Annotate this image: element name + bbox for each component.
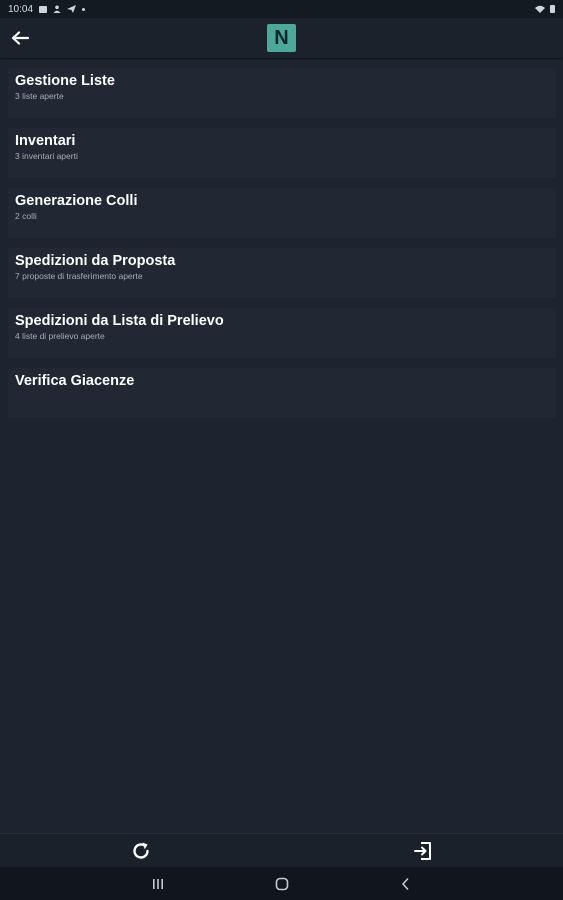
recent-apps-icon	[153, 879, 163, 889]
menu-item-subtitle: 7 proposte di trasferimento aperte	[15, 271, 143, 281]
recent-apps-button[interactable]	[148, 875, 168, 893]
arrow-left-icon	[11, 31, 29, 45]
logout-button[interactable]	[412, 840, 434, 862]
gallery-notification-icon	[39, 5, 48, 13]
app-logo: N	[267, 24, 296, 52]
send-notification-icon	[67, 5, 77, 13]
bottom-toolbar	[0, 833, 563, 868]
menu-item-title: Verifica Giacenze	[15, 373, 135, 389]
person-notification-icon	[53, 5, 61, 13]
menu-item-verifica-giacenze[interactable]: Verifica Giacenze	[8, 368, 556, 418]
home-button[interactable]	[272, 875, 292, 893]
home-icon	[275, 877, 289, 891]
wifi-icon	[535, 5, 545, 13]
status-bar: 10:04	[0, 0, 563, 18]
app-logo-letter: N	[274, 26, 289, 49]
logout-icon	[414, 842, 431, 860]
refresh-icon	[133, 842, 149, 859]
status-time: 10:04	[8, 3, 34, 15]
menu-item-title: Spedizioni da Lista di Prelievo	[15, 313, 224, 329]
menu-item-title: Generazione Colli	[15, 193, 138, 209]
refresh-button[interactable]	[130, 840, 152, 862]
battery-icon	[550, 5, 555, 13]
menu-item-spedizioni-da-proposta[interactable]: Spedizioni da Proposta 7 proposte di tra…	[8, 248, 556, 298]
menu-item-title: Gestione Liste	[15, 73, 115, 89]
system-nav-bar	[0, 867, 563, 900]
menu-item-title: Inventari	[15, 133, 76, 149]
menu-item-subtitle: 2 colli	[15, 211, 37, 221]
menu-list: Gestione Liste 3 liste aperte Inventari …	[8, 68, 556, 428]
menu-item-subtitle: 4 liste di prelievo aperte	[15, 331, 105, 341]
menu-item-generazione-colli[interactable]: Generazione Colli 2 colli	[8, 188, 556, 238]
more-notifications-dot-icon	[82, 7, 86, 11]
menu-item-gestione-liste[interactable]: Gestione Liste 3 liste aperte	[8, 68, 556, 118]
back-button[interactable]	[9, 27, 31, 49]
chevron-left-icon	[402, 878, 409, 890]
menu-item-title: Spedizioni da Proposta	[15, 253, 176, 269]
menu-item-subtitle: 3 inventari aperti	[15, 151, 78, 161]
menu-item-inventari[interactable]: Inventari 3 inventari aperti	[8, 128, 556, 178]
menu-item-subtitle: 3 liste aperte	[15, 91, 64, 101]
app-bar: N	[0, 18, 563, 58]
menu-item-spedizioni-da-lista-di-prelievo[interactable]: Spedizioni da Lista di Prelievo 4 liste …	[8, 308, 556, 358]
system-back-button[interactable]	[395, 875, 415, 893]
